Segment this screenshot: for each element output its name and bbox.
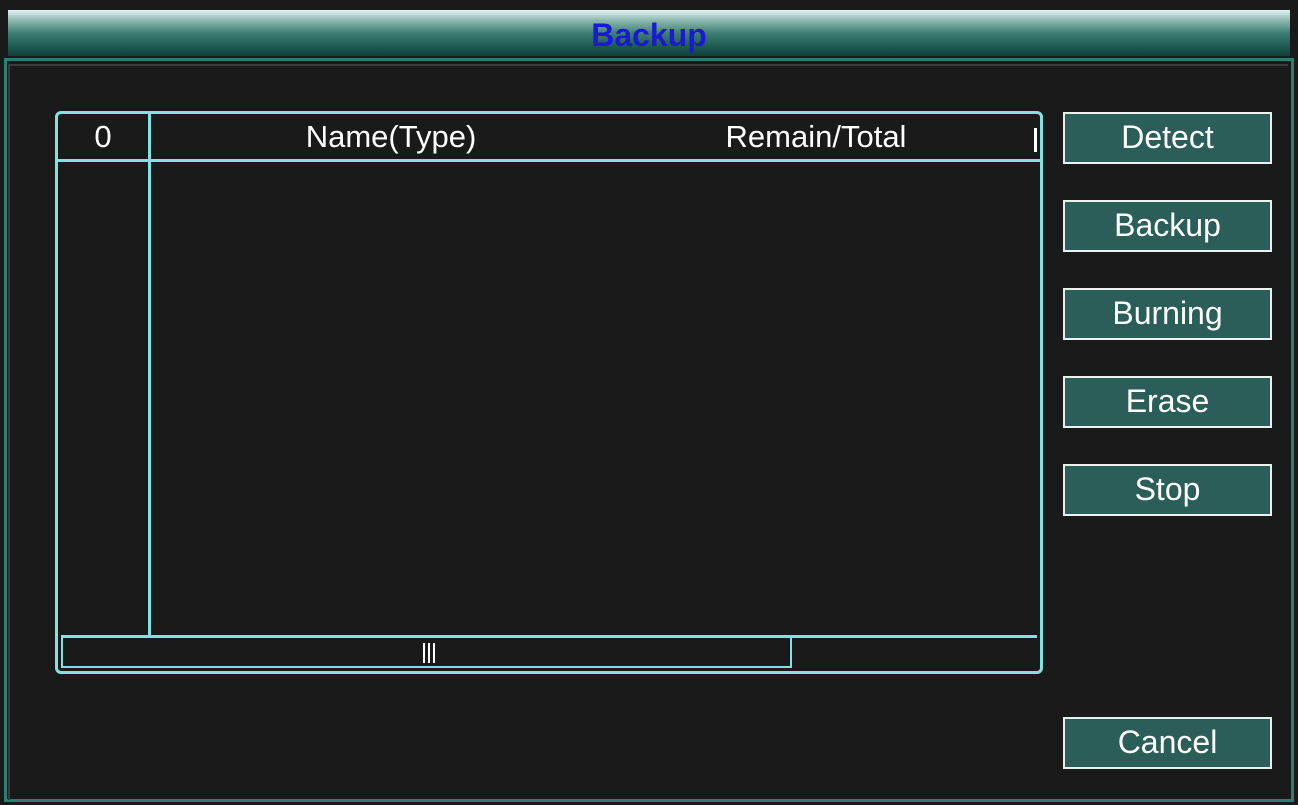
horizontal-scrollbar[interactable] — [61, 635, 1037, 668]
device-list-table[interactable]: 0 Name(Type) Remain/Total — [55, 111, 1043, 674]
scrollbar-grip-icon[interactable] — [423, 643, 439, 663]
header-name-type[interactable]: Name(Type) — [151, 114, 631, 160]
window-title: Backup — [591, 17, 707, 53]
header-remain-total[interactable]: Remain/Total — [631, 114, 1001, 160]
column-divider — [148, 114, 151, 636]
title-bar: Backup — [8, 10, 1290, 56]
erase-button[interactable]: Erase — [1063, 376, 1272, 428]
header-index[interactable]: 0 — [58, 114, 148, 160]
backup-button[interactable]: Backup — [1063, 200, 1272, 252]
stop-button[interactable]: Stop — [1063, 464, 1272, 516]
backup-window: Backup 0 Name(Type) Remain/Total Detect … — [0, 0, 1298, 805]
cancel-button[interactable]: Cancel — [1063, 717, 1272, 769]
header-column-edge — [1034, 128, 1037, 152]
detect-button[interactable]: Detect — [1063, 112, 1272, 164]
table-header: 0 Name(Type) Remain/Total — [58, 114, 1040, 162]
burning-button[interactable]: Burning — [1063, 288, 1272, 340]
scrollbar-thumb[interactable] — [61, 638, 792, 668]
